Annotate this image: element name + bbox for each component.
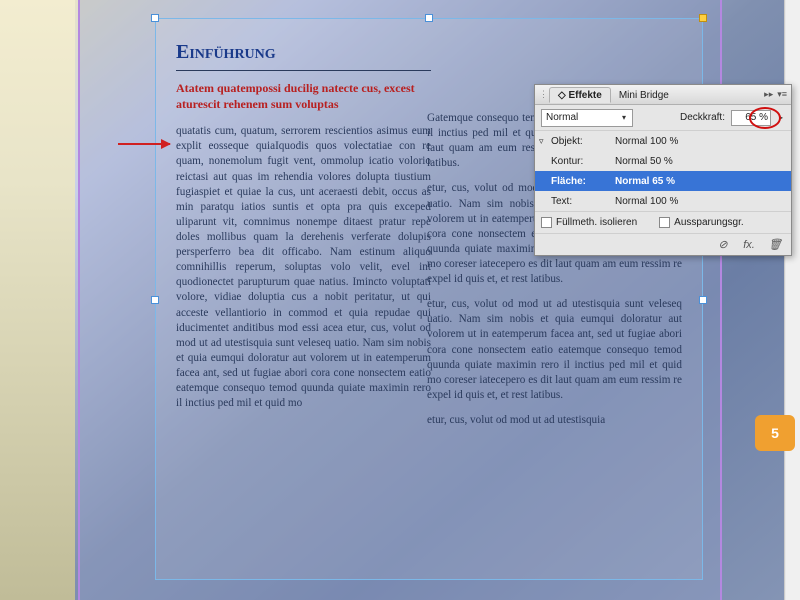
page-number-tab: 5 [755,415,795,451]
page-number: 5 [771,425,779,441]
body-paragraph: etur, cus, volut od mod ut ad utestisqui… [427,413,682,428]
selection-handle-e[interactable] [699,296,707,304]
checkbox-knockout[interactable] [659,217,670,228]
target-row-object[interactable]: ▿ Objekt: Normal 100 % [535,131,791,151]
tab-mini-bridge[interactable]: Mini Bridge [611,88,677,102]
target-row-text[interactable]: Text: Normal 100 % [535,191,791,211]
target-list: ▿ Objekt: Normal 100 % Kontur: Normal 50… [535,131,791,211]
clear-effects-icon[interactable]: ⊘ [715,238,731,251]
panel-menu-icon[interactable]: ▾≡ [777,89,787,100]
chevron-down-icon: ▾ [620,113,628,122]
opacity-value: 65 % [745,112,768,123]
checkbox-isolate[interactable] [541,217,552,228]
heading: Einführung [176,39,431,71]
annotation-arrow [118,143,170,145]
trash-icon[interactable]: 🗑 [767,238,783,251]
body-paragraph: etur, cus, volut od mod ut ad utestisqui… [427,297,682,403]
opacity-input[interactable]: 65 % [731,110,771,126]
selection-handle-nw[interactable] [151,14,159,22]
selection-handle-n[interactable] [425,14,433,22]
panel-footer-icons: ⊘ fx. 🗑 [535,233,791,255]
blend-mode-select[interactable]: Normal ▾ [541,109,633,127]
panel-collapse-icon[interactable]: ▸▸ [764,89,773,100]
panel-options-row: Füllmeth. isolieren Aussparungsgr. [535,211,791,233]
pasteboard-left [0,0,75,600]
blend-mode-value: Normal [546,112,578,123]
intro-paragraph: Atatem quatempossi ducilig natecte cus, … [176,81,431,112]
panel-grip-icon[interactable]: ⋮⋮ [539,89,545,100]
target-row-fill[interactable]: Fläche: Normal 65 % [535,171,791,191]
body-paragraph: quatatis cum, quatum, serrorem rescienti… [176,124,431,411]
label-isolate: Füllmeth. isolieren [556,217,637,228]
panel-tabbar: ⋮⋮ ◇ Effekte Mini Bridge ▸▸ ▾≡ [535,85,791,105]
text-column-1: Einführung Atatem quatempossi ducilig na… [176,39,431,569]
fx-icon[interactable]: fx. [741,239,757,251]
label-knockout: Aussparungsgr. [674,217,744,228]
selection-handle-ne[interactable] [699,14,707,22]
blend-opacity-row: Normal ▾ Deckkraft: 65 % ▸ [535,105,791,131]
selection-handle-w[interactable] [151,296,159,304]
tab-effects[interactable]: ◇ Effekte [549,87,611,103]
opacity-flyout-icon[interactable]: ▸ [777,113,785,122]
disclosure-icon: ▿ [539,136,551,147]
effects-panel[interactable]: ⋮⋮ ◇ Effekte Mini Bridge ▸▸ ▾≡ Normal ▾ … [534,84,792,256]
opacity-label: Deckkraft: [680,112,725,123]
target-row-stroke[interactable]: Kontur: Normal 50 % [535,151,791,171]
